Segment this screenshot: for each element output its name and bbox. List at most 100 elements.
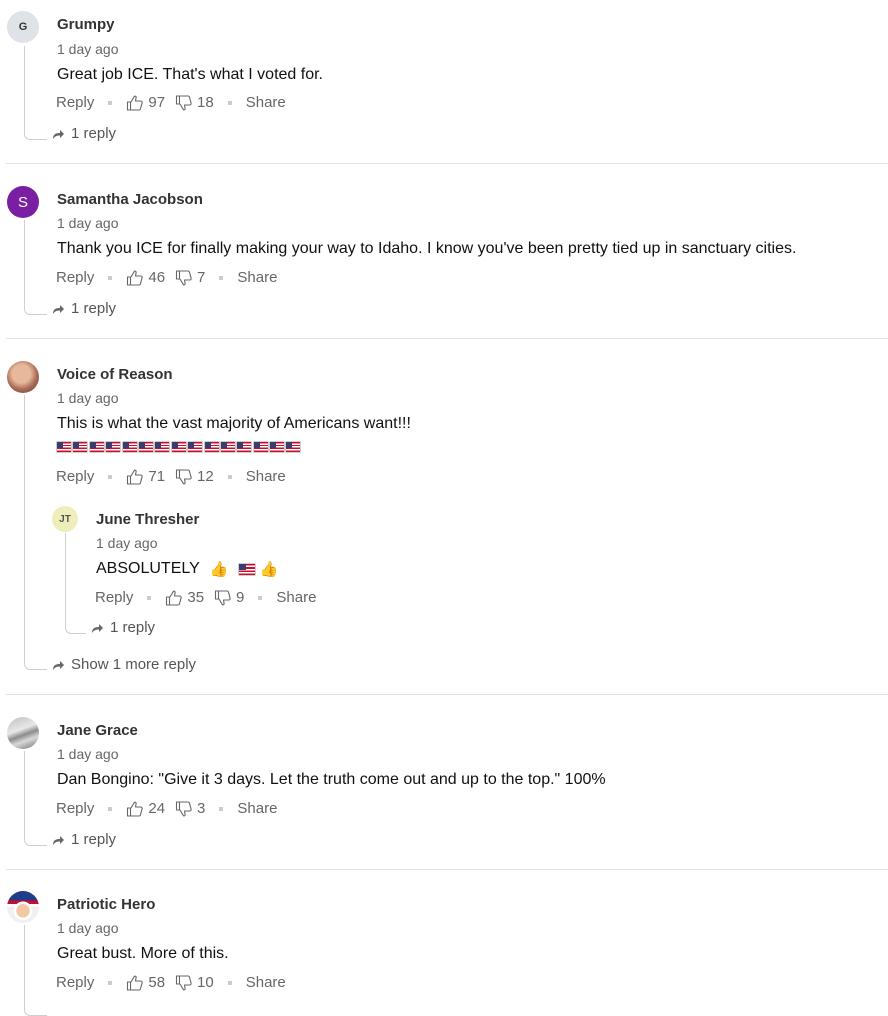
thread-line: [24, 751, 47, 846]
divider: [6, 163, 888, 164]
show-more-replies-link[interactable]: Show 1 more reply: [51, 656, 196, 673]
avatar[interactable]: JT: [52, 506, 78, 532]
us-flag-emoji-icon: [171, 442, 186, 452]
separator: [219, 806, 224, 811]
thumbs-down-icon[interactable]: [175, 975, 193, 991]
us-flag-emoji-icon: [204, 442, 219, 452]
separator: [227, 100, 232, 105]
dislike-count: 9: [236, 589, 245, 606]
reply-button[interactable]: Reply: [56, 974, 94, 991]
timestamp: 1 day ago: [57, 746, 119, 762]
us-flag-emoji-icon: [89, 442, 104, 452]
share-button[interactable]: Share: [237, 800, 277, 817]
author-name[interactable]: June Thresher: [96, 511, 199, 528]
reply-arrow-icon: [90, 622, 104, 634]
replies-count-label[interactable]: 1 reply: [71, 300, 116, 317]
separator: [108, 806, 113, 811]
dislike-count: 12: [197, 468, 214, 485]
thumbs-down-icon[interactable]: [214, 590, 232, 606]
comment-text: ABSOLUTELY 👍 👍: [96, 560, 278, 578]
us-flag-emoji-icon: [57, 442, 71, 452]
timestamp: 1 day ago: [57, 41, 119, 57]
author-name[interactable]: Patriotic Hero: [57, 896, 155, 913]
timestamp: 1 day ago: [57, 215, 119, 231]
share-button[interactable]: Share: [237, 269, 277, 286]
us-flag-emoji-icon: [253, 442, 268, 452]
comment-actions: Reply 58 10 Share: [56, 974, 286, 991]
comment-actions: Reply 46 7 Share: [56, 269, 277, 286]
author-name[interactable]: Grumpy: [57, 16, 115, 33]
replies-count-label[interactable]: 1 reply: [71, 831, 116, 848]
dislike-count: 7: [197, 269, 206, 286]
thread-line: [65, 533, 86, 634]
thumbs-up-icon[interactable]: [126, 975, 144, 991]
avatar[interactable]: S: [7, 186, 39, 218]
avatar[interactable]: [7, 891, 39, 923]
replies-count-label[interactable]: 1 reply: [71, 125, 116, 142]
thumbs-down-icon[interactable]: [175, 469, 193, 485]
us-flag-emoji-icon: [73, 442, 88, 452]
like-count: 35: [187, 589, 205, 606]
us-flag-emoji-icon: [239, 563, 256, 575]
timestamp: 1 day ago: [96, 535, 158, 551]
us-flag-emoji-icon: [286, 442, 301, 452]
share-button[interactable]: Share: [246, 468, 286, 485]
comment-actions: Reply 35 9 Share: [95, 589, 316, 606]
thread-line: [24, 395, 47, 670]
separator: [147, 595, 152, 600]
separator: [258, 595, 263, 600]
separator: [227, 980, 232, 985]
reply-button[interactable]: Reply: [56, 468, 94, 485]
share-button[interactable]: Share: [276, 589, 316, 606]
separator: [219, 275, 224, 280]
thumbs-up-icon[interactable]: [126, 95, 144, 111]
reply-arrow-icon: [51, 128, 65, 140]
comment-actions: Reply 71 12 Share: [56, 468, 286, 485]
separator: [108, 474, 113, 479]
comment-actions: Reply 24 3 Share: [56, 800, 277, 817]
comment-actions: Reply 97 18 Share: [56, 94, 286, 111]
thread-line: [24, 925, 47, 1016]
divider: [6, 869, 888, 870]
reply-arrow-icon: [51, 303, 65, 315]
thumbs-up-icon[interactable]: [126, 270, 144, 286]
dislike-count: 10: [197, 974, 214, 991]
author-name[interactable]: Voice of Reason: [57, 366, 173, 383]
view-replies-link[interactable]: 1 reply: [51, 831, 116, 848]
view-replies-link[interactable]: 1 reply: [51, 125, 116, 142]
reply-button[interactable]: Reply: [95, 589, 133, 606]
avatar[interactable]: [7, 361, 39, 393]
thumbs-up-emoji-icon: 👍: [259, 561, 279, 578]
thumbs-up-icon[interactable]: [126, 801, 144, 817]
separator: [227, 474, 232, 479]
reply-arrow-icon: [51, 659, 65, 671]
view-replies-link[interactable]: 1 reply: [90, 619, 155, 636]
author-name[interactable]: Jane Grace: [57, 722, 138, 739]
thumbs-up-icon[interactable]: [165, 590, 183, 606]
separator: [108, 980, 113, 985]
avatar[interactable]: G: [7, 11, 39, 43]
dislike-count: 3: [197, 800, 206, 817]
share-button[interactable]: Share: [246, 94, 286, 111]
divider: [6, 338, 888, 339]
like-count: 97: [148, 94, 166, 111]
thumbs-up-icon[interactable]: [126, 469, 144, 485]
us-flag-emoji-icon: [122, 442, 137, 452]
us-flag-emoji-icon: [270, 442, 285, 452]
separator: [108, 275, 113, 280]
thumbs-down-icon[interactable]: [175, 270, 193, 286]
thumbs-up-emoji-icon: 👍: [209, 561, 229, 578]
author-name[interactable]: Samantha Jacobson: [57, 191, 203, 208]
reply-button[interactable]: Reply: [56, 800, 94, 817]
show-more-replies-label[interactable]: Show 1 more reply: [71, 656, 196, 673]
view-replies-link[interactable]: 1 reply: [51, 300, 116, 317]
replies-count-label[interactable]: 1 reply: [110, 619, 155, 636]
dislike-count: 18: [197, 94, 214, 111]
thumbs-down-icon[interactable]: [175, 95, 193, 111]
avatar[interactable]: [7, 717, 39, 749]
reply-button[interactable]: Reply: [56, 94, 94, 111]
share-button[interactable]: Share: [246, 974, 286, 991]
reply-button[interactable]: Reply: [56, 269, 94, 286]
comment-text: Thank you ICE for finally making your wa…: [57, 240, 797, 257]
thumbs-down-icon[interactable]: [175, 801, 193, 817]
